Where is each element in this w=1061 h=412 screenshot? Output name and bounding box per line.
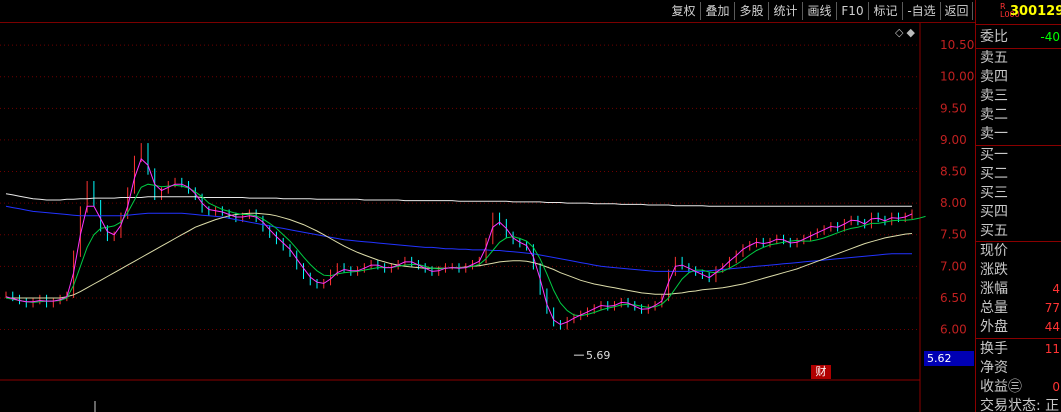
stat2-row-1-label: 净资 (980, 360, 1008, 376)
toolbar-button-1[interactable]: 叠加 (701, 2, 735, 20)
series-line-0 (5, 193, 912, 207)
buy-level-2-label: 买二 (980, 166, 1008, 182)
last-price-tag: 5.62 (924, 351, 974, 366)
y-tick-label: 9.50 (940, 101, 967, 115)
series-line-4 (5, 158, 913, 326)
buy-level-5-label: 买五 (980, 223, 1008, 239)
y-tick-label: 6.50 (940, 291, 967, 305)
toolbar-button-7[interactable]: -自选 (903, 2, 941, 20)
stat2-row-1: 净资 (976, 359, 1061, 378)
toolbar-button-3[interactable]: 统计 (769, 2, 803, 20)
sell-level-2: 卖二 (976, 106, 1061, 125)
stat-row-3-label: 总量 (980, 300, 1008, 316)
stat-row-2: 涨幅 4 (976, 280, 1061, 299)
buy-level-1-label: 买一 (980, 147, 1008, 163)
sell-level-4-label: 卖四 (980, 69, 1008, 85)
price-chart[interactable]: 6.00 6.50 7.00 7.50 8.00 8.50 9.00 9.50 10.00 10.… (0, 23, 975, 412)
stat2-row-2: 收益㊂ 0 (976, 378, 1061, 397)
stat-row-1: 涨跌 (976, 261, 1061, 280)
stat2-row-2-label: 收益㊂ (980, 379, 1022, 395)
buy-level-5: 买五 (976, 222, 1061, 241)
stat-row-4-label: 外盘 (980, 319, 1008, 335)
finance-badge[interactable]: 财 (811, 365, 831, 379)
y-tick-label: 10.00 (940, 70, 974, 84)
sell-level-1: 卖一 (976, 125, 1061, 144)
quote-panel: R L000 300129 委比 -40 卖五 卖四 卖三 卖二 卖一 买一 买二 买三 买四买… (975, 0, 1061, 412)
toolbar-button-8[interactable]: 返回 (941, 2, 973, 20)
stat-row-4-value: 44 (1044, 320, 1060, 334)
series-line-2 (6, 212, 913, 299)
series-line-3 (5, 183, 926, 317)
y-tick-label: 6.00 (940, 323, 967, 337)
sell-level-5: 卖五 (976, 49, 1061, 68)
toolbar-button-2[interactable]: 多股 (735, 2, 769, 20)
chart-menu-icons[interactable]: ◇◆ (895, 26, 918, 39)
stat2-row-0-label: 换手 (980, 341, 1008, 357)
stat-row-2-value: 4 (1052, 282, 1060, 296)
wei-bi-label: 委比 (980, 29, 1008, 45)
toolbar-button-6[interactable]: 标记 (869, 2, 903, 20)
toolbar-button-0[interactable]: 复权 (667, 2, 701, 20)
stat2-row-3: 交易状态: 正 (976, 397, 1061, 412)
buy-level-2: 买二 (976, 165, 1061, 184)
stat-row-1-label: 涨跌 (980, 262, 1008, 278)
buy-level-1: 买一 (976, 146, 1061, 165)
stat2-row-0-value: 11 (1044, 342, 1060, 356)
stat2-row-3-label: 交易状态: 正 (980, 398, 1060, 412)
series-line-1 (5, 205, 912, 272)
stock-code: 300129 (1010, 4, 1061, 19)
y-tick-label: 7.00 (940, 259, 967, 273)
y-tick-label: 10.50 (940, 38, 974, 52)
stat-row-0-label: 现价 (980, 243, 1008, 259)
stat-row-0: 现价 (976, 242, 1061, 261)
y-tick-label: 8.00 (940, 196, 967, 210)
stat-row-3-value: 77 (1044, 301, 1060, 315)
price-axis: 6.00 6.50 7.00 7.50 8.00 8.50 9.00 9.50 10.00 10.… (940, 38, 974, 336)
y-tick-label: 7.50 (940, 228, 967, 242)
stat-row-4: 外盘 44 (976, 318, 1061, 337)
y-tick-label: 9.00 (940, 133, 967, 147)
stat2-row-0: 换手 11 (976, 340, 1061, 359)
divider (976, 24, 1061, 25)
divider (976, 338, 1061, 339)
buy-level-4-label: 买四 (980, 204, 1008, 220)
price-bars (5, 143, 913, 412)
y-tick-label: 8.50 (940, 165, 967, 179)
buy-level-4: 买四 (976, 203, 1061, 222)
toolbar-button-5[interactable]: F10 (837, 2, 869, 20)
buy-level-3-label: 买三 (980, 185, 1008, 201)
chart-grid (0, 23, 921, 412)
low-price-marker: 5.69 (573, 349, 611, 362)
buy-level-3: 买三 (976, 184, 1061, 203)
moving-average-lines (5, 158, 926, 326)
chart-toolbar: 复权 叠加 多股 统计 画线 F10 标记 -自选 返回 (0, 0, 975, 23)
toolbar-button-4[interactable]: 画线 (803, 2, 837, 20)
wei-bi-row: 委比 -40 (976, 28, 1061, 47)
sell-level-3: 卖三 (976, 87, 1061, 106)
sell-level-3-label: 卖三 (980, 88, 1008, 104)
sell-level-1-label: 卖一 (980, 126, 1008, 142)
wei-bi-value: -40 (1040, 30, 1060, 44)
low-marker-label: 5.69 (586, 349, 611, 362)
stat-row-2-label: 涨幅 (980, 281, 1008, 297)
stat2-row-2-value: 0 (1052, 380, 1060, 394)
sell-level-4: 卖四 (976, 68, 1061, 87)
sell-level-5-label: 卖五 (980, 50, 1008, 66)
stat-row-3: 总量 77 (976, 299, 1061, 318)
sell-level-2-label: 卖二 (980, 107, 1008, 123)
